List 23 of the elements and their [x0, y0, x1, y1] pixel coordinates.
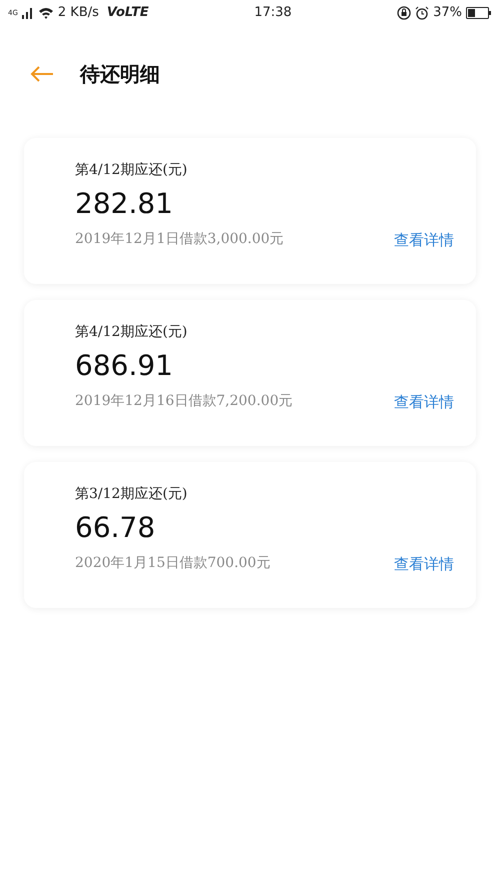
amount-due: 686.91: [75, 349, 174, 383]
details-link[interactable]: 查看详情: [394, 552, 454, 576]
period-label: 第4/12期应还(元): [75, 323, 188, 342]
amount-due: 66.78: [75, 511, 156, 545]
signal-icon: [22, 7, 34, 19]
page-title: 待还明细: [80, 61, 160, 88]
volte-label: VoLTE: [106, 4, 149, 22]
loan-info: 2019年12月1日借款3,000.00元: [75, 230, 284, 250]
battery-icon: [466, 7, 492, 19]
rotation-lock-icon: [397, 6, 412, 20]
wifi-icon: [38, 7, 54, 19]
details-link[interactable]: 查看详情: [394, 390, 454, 414]
amount-due: 282.81: [75, 187, 174, 221]
period-label: 第3/12期应还(元): [75, 485, 188, 504]
status-time: 17:38: [254, 5, 292, 20]
alarm-icon: [415, 6, 430, 20]
battery-percent: 37%: [433, 4, 462, 22]
loan-info: 2020年1月15日借款700.00元: [75, 554, 270, 574]
network-speed: 2 KB/s: [58, 4, 99, 22]
details-link[interactable]: 查看详情: [394, 228, 454, 252]
back-arrow-icon: [30, 66, 54, 82]
loan-info: 2019年12月16日借款7,200.00元: [75, 392, 293, 412]
period-label: 第4/12期应还(元): [75, 161, 188, 180]
